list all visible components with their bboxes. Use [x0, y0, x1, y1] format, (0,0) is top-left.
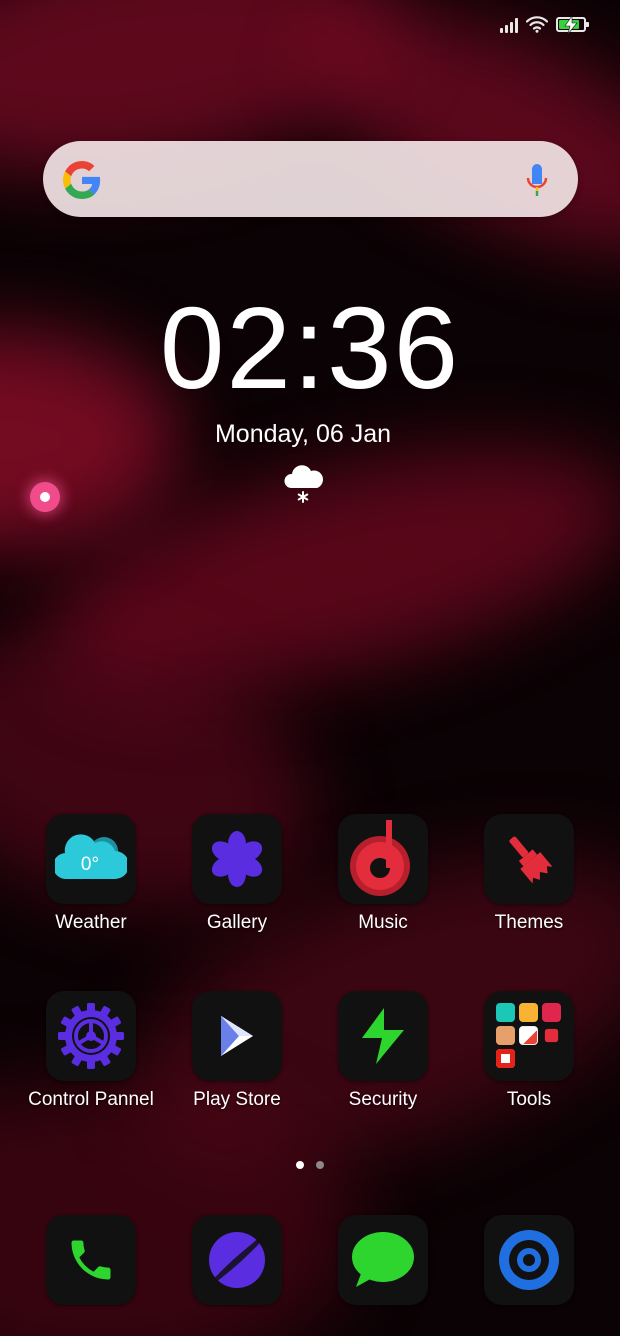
wifi-icon: [526, 16, 548, 33]
app-label: Control Pannel: [28, 1089, 154, 1110]
floating-assistive-button[interactable]: [30, 482, 60, 512]
app-control-pannel[interactable]: Control Pannel: [18, 991, 164, 1111]
app-gallery[interactable]: Gallery: [164, 814, 310, 934]
app-security[interactable]: Security: [310, 991, 456, 1111]
dock-browser[interactable]: [164, 1215, 310, 1305]
google-g-icon: [63, 161, 101, 199]
status-bar: [500, 16, 589, 34]
app-label: Gallery: [206, 912, 268, 933]
weather-icon: 0°: [55, 834, 127, 880]
page-dot-1[interactable]: [296, 1161, 304, 1169]
signal-icon: [500, 17, 518, 33]
paintbrush-icon: [509, 836, 553, 884]
app-label: Tools: [506, 1089, 552, 1110]
messages-icon: [352, 1232, 414, 1287]
lightning-icon: [362, 1008, 404, 1064]
app-label: Security: [348, 1089, 418, 1110]
play-store-icon: [221, 1016, 253, 1056]
clock-time[interactable]: 02:36: [0, 285, 620, 411]
settings-gear-icon: [58, 1003, 124, 1069]
mic-icon[interactable]: [526, 163, 548, 197]
camera-icon: [499, 1230, 559, 1290]
snow-cloud-icon[interactable]: [280, 460, 326, 506]
app-themes[interactable]: Themes: [456, 814, 602, 934]
battery-charging-icon: [556, 16, 589, 34]
tools-folder-icon: [496, 1003, 562, 1069]
phone-icon: [71, 1240, 111, 1280]
gallery-flower-icon: [211, 831, 263, 887]
app-weather[interactable]: 0° Weather: [18, 814, 164, 934]
app-music[interactable]: Music: [310, 814, 456, 934]
dock-messages[interactable]: [310, 1215, 456, 1305]
dock-phone[interactable]: [18, 1215, 164, 1305]
dock-camera[interactable]: [456, 1215, 602, 1305]
page-indicator[interactable]: [0, 1161, 620, 1169]
app-play-store[interactable]: Play Store: [164, 991, 310, 1111]
app-label: Themes: [494, 912, 564, 933]
app-label: Music: [358, 912, 408, 933]
app-label: Play Store: [193, 1089, 281, 1110]
google-search-bar[interactable]: [43, 141, 578, 217]
app-tools-folder[interactable]: Tools: [456, 991, 602, 1111]
browser-planet-icon: [208, 1232, 268, 1288]
page-dot-2[interactable]: [316, 1161, 324, 1169]
app-label: Weather: [55, 912, 127, 933]
clock-date[interactable]: Monday, 06 Jan: [0, 420, 606, 449]
music-note-icon: [350, 820, 410, 896]
weather-temp: 0°: [81, 854, 99, 875]
